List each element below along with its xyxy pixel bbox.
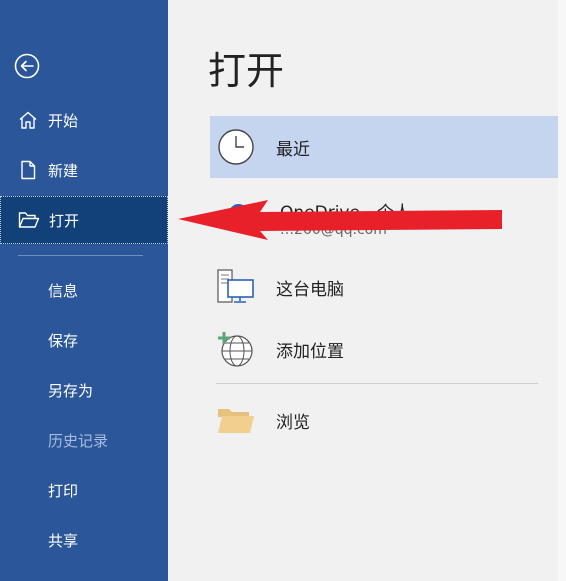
location-browse[interactable]: 浏览 [210,389,558,451]
location-label: 浏览 [276,412,310,433]
sidebar-item-label: 共享 [48,531,79,550]
sidebar-item-save[interactable]: 保存 [0,316,168,364]
location-onedrive[interactable]: OneDrive - 个人 …260@qq.com [210,190,558,248]
add-location-globe-icon [216,329,256,369]
location-label: 添加位置 [276,341,344,362]
location-label: 这台电脑 [276,279,344,300]
sidebar-item-label: 历史记录 [48,431,109,450]
sidebar-divider [18,255,143,256]
cloud-icon [220,202,260,234]
folder-icon [216,400,256,440]
sidebar-item-new[interactable]: 新建 [0,146,168,194]
page-title: 打开 [208,49,285,93]
open-folder-icon [18,209,40,231]
sidebar-item-home[interactable]: 开始 [0,96,168,144]
scrollbar-track[interactable] [558,0,566,581]
location-add-place[interactable]: 添加位置 [210,318,558,380]
sidebar-item-label: 开始 [48,111,79,130]
location-label: 最近 [276,139,310,160]
sidebar-item-share[interactable]: 共享 [0,516,168,564]
location-label: OneDrive - 个人 [280,203,411,223]
location-recent[interactable]: 最近 [210,116,558,178]
sidebar-item-label: 信息 [48,281,79,300]
sidebar-item-label: 打印 [48,481,79,500]
sidebar-item-label: 打开 [49,211,80,230]
sidebar-item-label: 另存为 [48,381,94,400]
sidebar-item-save-as[interactable]: 另存为 [0,366,168,414]
clock-icon [216,127,256,167]
sidebar-item-label: 新建 [48,161,79,180]
sidebar-item-print[interactable]: 打印 [0,466,168,514]
account-email: …260@qq.com [280,222,387,238]
backstage-sidebar: 开始 新建 打开 信息 保存 另存为 历史记录 打印 共享 [0,0,168,581]
open-pane: 打开 最近 OneDrive - 个人 …260@qq.com 这台电脑 添加位… [168,0,566,581]
sidebar-item-info[interactable]: 信息 [0,266,168,314]
home-icon [17,109,39,131]
back-arrow-icon[interactable] [14,53,40,79]
location-this-pc[interactable]: 这台电脑 [210,256,558,318]
computer-icon [216,267,256,307]
sidebar-item-open[interactable]: 打开 [0,196,168,244]
sidebar-item-history: 历史记录 [0,416,168,464]
sidebar-item-label: 保存 [48,331,79,350]
new-document-icon [17,159,39,181]
locations-divider [216,383,538,384]
